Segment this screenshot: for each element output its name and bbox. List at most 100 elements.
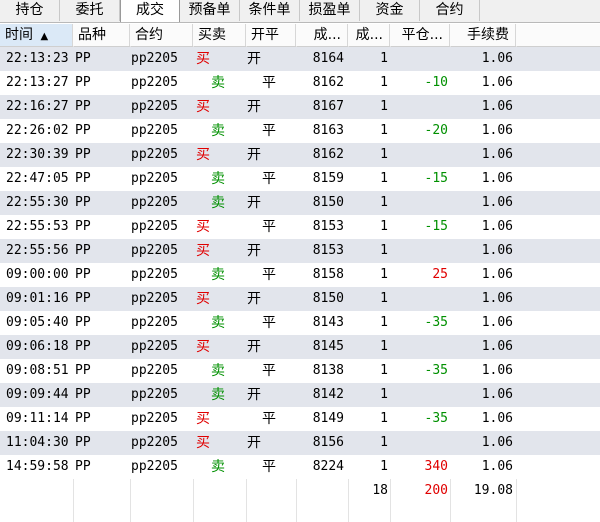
- cell-side: 卖: [211, 267, 225, 283]
- cell-qty: 1: [380, 315, 388, 330]
- column-header-fee[interactable]: 手续费: [450, 24, 516, 46]
- cell-side: 卖: [211, 171, 225, 187]
- cell-close-pnl: -15: [424, 219, 448, 234]
- table-row[interactable]: 09:00:00 PP pp2205 卖 平 8158 1 25 1.06: [0, 263, 600, 287]
- column-header-product[interactable]: 品种: [73, 24, 130, 46]
- cell-product: PP: [75, 435, 91, 450]
- tab-0[interactable]: 持仓: [0, 0, 60, 21]
- cell-openclose: 平: [262, 219, 276, 235]
- table-row[interactable]: 09:06:18 PP pp2205 买 开 8145 1 1.06: [0, 335, 600, 359]
- column-header-side[interactable]: 买卖: [193, 24, 246, 46]
- cell-close-pnl: 25: [432, 267, 448, 282]
- table-row[interactable]: 22:55:30 PP pp2205 卖 开 8150 1 1.06: [0, 191, 600, 215]
- cell-side: 买: [196, 435, 210, 451]
- table-row[interactable]: 14:59:58 PP pp2205 卖 平 8224 1 340 1.06: [0, 455, 600, 479]
- cell-openclose: 平: [262, 123, 276, 139]
- tab-4[interactable]: 条件单: [240, 0, 300, 21]
- total-fee: 19.08: [473, 483, 513, 498]
- cell-product: PP: [75, 219, 91, 234]
- tab-2[interactable]: 成交: [120, 0, 180, 22]
- cell-fee: 1.06: [481, 315, 513, 330]
- table-row[interactable]: 22:16:27 PP pp2205 买 开 8167 1 1.06: [0, 95, 600, 119]
- cell-contract: pp2205: [131, 195, 178, 210]
- cell-side: 卖: [211, 195, 225, 211]
- total-close-pnl: 200: [424, 483, 448, 498]
- cell-side: 买: [196, 99, 210, 115]
- table-row[interactable]: 09:05:40 PP pp2205 卖 平 8143 1 -35 1.06: [0, 311, 600, 335]
- cell-price: 8150: [312, 195, 344, 210]
- table-row[interactable]: 22:13:27 PP pp2205 卖 平 8162 1 -10 1.06: [0, 71, 600, 95]
- cell-product: PP: [75, 267, 91, 282]
- cell-contract: pp2205: [131, 291, 178, 306]
- cell-close-pnl: -10: [424, 75, 448, 90]
- table-header: 时间 ▲ 品种 合约 买卖 开平 成... 成... 平仓... 手续费: [0, 24, 600, 47]
- cell-product: PP: [75, 387, 91, 402]
- cell-side: 卖: [211, 123, 225, 139]
- cell-time: 09:00:00: [6, 267, 69, 282]
- cell-price: 8150: [312, 291, 344, 306]
- table-row[interactable]: 22:26:02 PP pp2205 卖 平 8163 1 -20 1.06: [0, 119, 600, 143]
- cell-qty: 1: [380, 267, 388, 282]
- tab-5[interactable]: 损盈单: [300, 0, 360, 21]
- tab-6[interactable]: 资金: [360, 0, 420, 21]
- cell-close-pnl: -15: [424, 171, 448, 186]
- table-row[interactable]: 22:47:05 PP pp2205 卖 平 8159 1 -15 1.06: [0, 167, 600, 191]
- table-row[interactable]: 11:04:30 PP pp2205 买 开 8156 1 1.06: [0, 431, 600, 455]
- column-header-price[interactable]: 成...: [296, 24, 348, 46]
- tab-3[interactable]: 预备单: [180, 0, 240, 21]
- table-row[interactable]: 09:09:44 PP pp2205 卖 开 8142 1 1.06: [0, 383, 600, 407]
- table-row[interactable]: 09:11:14 PP pp2205 买 平 8149 1 -35 1.06: [0, 407, 600, 431]
- cell-contract: pp2205: [131, 243, 178, 258]
- cell-openclose: 平: [262, 267, 276, 283]
- cell-product: PP: [75, 147, 91, 162]
- table-body: 22:13:23 PP pp2205 买开 8164 1 1.06 22:13:27 PP pp2…: [0, 47, 600, 479]
- cell-time: 09:05:40: [6, 315, 69, 330]
- column-header-contract[interactable]: 合约: [130, 24, 193, 46]
- column-header-openclose[interactable]: 开平: [246, 24, 296, 46]
- cell-contract: pp2205: [131, 219, 178, 234]
- cell-price: 8224: [312, 459, 344, 474]
- cell-time: 09:11:14: [6, 411, 69, 426]
- table-row[interactable]: 22:55:53 PP pp2205 买 平 8153 1 -15 1.06: [0, 215, 600, 239]
- cell-close-pnl: -35: [424, 315, 448, 330]
- cell-openclose: 开: [247, 291, 261, 307]
- cell-time: 09:06:18: [6, 339, 69, 354]
- cell-contract: pp2205: [131, 171, 178, 186]
- cell-time: 09:08:51: [6, 363, 69, 378]
- cell-contract: pp2205: [131, 315, 178, 330]
- table-row[interactable]: 22:13:23 PP pp2205 买 开 8164 1 1.06: [0, 47, 600, 71]
- column-header-close-pnl[interactable]: 平仓...: [390, 24, 450, 46]
- cell-side: 买: [196, 339, 210, 355]
- cell-openclose: 平: [262, 411, 276, 427]
- cell-time: 11:04:30: [6, 435, 69, 450]
- cell-openclose: 开: [247, 243, 261, 259]
- cell-openclose: 开: [247, 387, 261, 403]
- column-header-qty[interactable]: 成...: [348, 24, 390, 46]
- column-header-time[interactable]: 时间 ▲: [0, 24, 73, 46]
- cell-contract: pp2205: [131, 75, 178, 90]
- cell-time: 22:13:27: [6, 75, 69, 90]
- table-row[interactable]: 22:30:39 PP pp2205 买 开 8162 1 1.06: [0, 143, 600, 167]
- table-row[interactable]: 09:08:51 PP pp2205 卖 平 8138 1 -35 1.06: [0, 359, 600, 383]
- cell-product: PP: [75, 315, 91, 330]
- cell-qty: 1: [380, 171, 388, 186]
- cell-product: PP: [75, 171, 91, 186]
- cell-side: 买: [196, 147, 210, 163]
- cell-fee: 1.06: [481, 219, 513, 234]
- cell-time: 22:55:53: [6, 219, 69, 234]
- cell-price: 8159: [312, 171, 344, 186]
- totals-row: 18 200 19.08: [0, 479, 600, 503]
- cell-qty: 1: [380, 411, 388, 426]
- cell-qty: 1: [380, 75, 388, 90]
- cell-contract: pp2205: [131, 363, 178, 378]
- table-row[interactable]: 09:01:16 PP pp2205 买 开 8150 1 1.06: [0, 287, 600, 311]
- tab-1[interactable]: 委托: [60, 0, 120, 21]
- cell-time: 22:13:23: [6, 51, 69, 66]
- cell-openclose: 开: [247, 339, 261, 355]
- cell-price: 8167: [312, 99, 344, 114]
- cell-time: 22:16:27: [6, 99, 69, 114]
- tab-7[interactable]: 合约: [420, 0, 480, 21]
- table-row[interactable]: 22:55:56 PP pp2205 买 开 8153 1 1.06: [0, 239, 600, 263]
- cell-side: 买: [196, 219, 210, 235]
- cell-price: 8164: [312, 51, 344, 66]
